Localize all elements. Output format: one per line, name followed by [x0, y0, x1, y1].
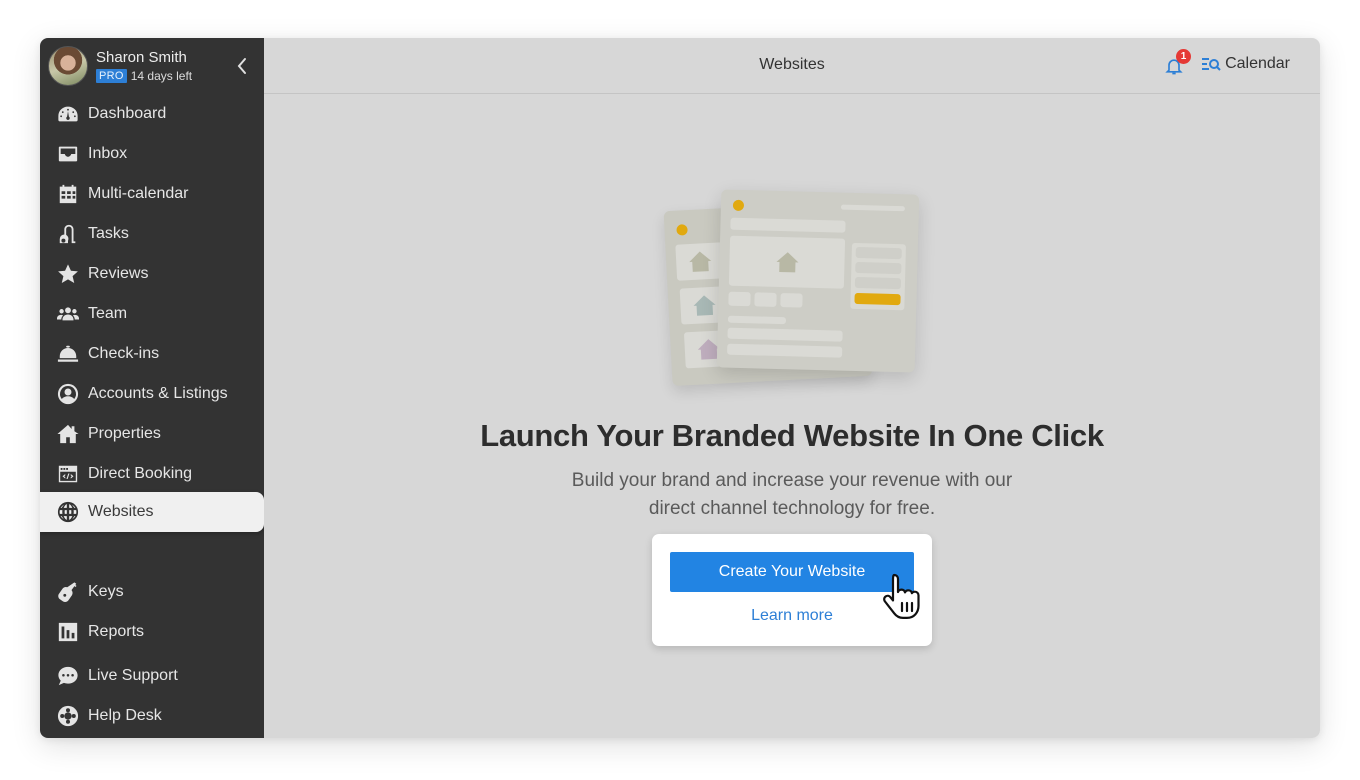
sidebar-item-websites[interactable]: Websites: [40, 492, 264, 532]
sidebar-item-label: Team: [88, 305, 128, 322]
user-name: Sharon Smith: [96, 49, 187, 66]
sidebar-item-label: Websites: [88, 503, 154, 520]
sidebar-item-check-ins[interactable]: Check-ins: [40, 334, 264, 374]
illustration-line: [727, 343, 843, 358]
user-circle-icon: [57, 383, 79, 405]
sidebar-item-live-support[interactable]: Live Support: [40, 656, 264, 696]
website-illustration: [663, 188, 924, 388]
illustration-line: [727, 315, 787, 325]
sidebar-item-label: Dashboard: [88, 105, 167, 122]
sidebar: Sharon Smith PRO 14 days left Dashboard …: [40, 38, 264, 738]
sidebar-item-label: Accounts & Listings: [88, 385, 228, 402]
collapse-sidebar-button[interactable]: [234, 56, 250, 76]
app-window: Sharon Smith PRO 14 days left Dashboard …: [40, 38, 1320, 738]
notification-badge: 1: [1176, 49, 1191, 64]
subheadline-line-2: direct channel technology for free.: [648, 498, 936, 519]
sidebar-item-label: Multi-calendar: [88, 185, 189, 202]
key-icon: [57, 581, 79, 603]
chevron-left-icon: [237, 58, 246, 74]
service-bell-icon: [57, 343, 79, 365]
illustration-line: [730, 217, 846, 233]
illustration-booking-panel: [850, 242, 906, 311]
sidebar-item-label: Keys: [88, 583, 124, 600]
chat-bubble-icon: [57, 665, 79, 687]
illustration-line: [727, 327, 843, 342]
sidebar-item-label: Inbox: [88, 145, 128, 162]
home-icon: [689, 251, 712, 272]
sidebar-item-multi-calendar[interactable]: Multi-calendar: [40, 174, 264, 214]
user-profile[interactable]: Sharon Smith PRO 14 days left: [48, 45, 258, 87]
illustration-thumb: [780, 293, 803, 308]
home-icon: [57, 423, 79, 445]
sidebar-item-dashboard[interactable]: Dashboard: [40, 94, 264, 134]
users-group-icon: [57, 303, 79, 325]
sidebar-item-label: Properties: [88, 425, 161, 442]
calendar-label: Calendar: [1225, 55, 1290, 72]
illustration-hero: [728, 235, 846, 289]
lifebuoy-icon: [57, 705, 79, 727]
sidebar-item-label: Tasks: [88, 225, 129, 242]
star-icon: [57, 263, 79, 285]
top-bar: Websites 1 Calendar: [264, 38, 1320, 94]
sidebar-item-label: Reviews: [88, 265, 149, 282]
illustration-tile: [675, 242, 726, 281]
avatar: [48, 46, 88, 86]
subheadline: Build your brand and increase your reven…: [264, 467, 1320, 523]
home-icon: [776, 252, 799, 273]
cta-card: Create Your Website Learn more: [652, 534, 932, 646]
bar-chart-icon: [57, 621, 79, 643]
sidebar-item-properties[interactable]: Properties: [40, 414, 264, 454]
sidebar-item-reviews[interactable]: Reviews: [40, 254, 264, 294]
sidebar-item-keys[interactable]: Keys: [40, 572, 264, 612]
trial-status: 14 days left: [130, 69, 193, 83]
sidebar-item-reports[interactable]: Reports: [40, 612, 264, 652]
illustration-thumb: [754, 292, 777, 307]
calendar-grid-icon: [57, 183, 79, 205]
sidebar-item-direct-booking[interactable]: Direct Booking: [40, 454, 264, 494]
illustration-dot: [676, 224, 688, 236]
home-icon: [693, 295, 716, 316]
subheadline-line-1: Build your brand and increase your reven…: [571, 470, 1013, 491]
page-title: Websites: [759, 56, 825, 73]
calendar-button[interactable]: Calendar: [1201, 55, 1290, 73]
sidebar-item-log-out[interactable]: Log Out: [40, 736, 264, 738]
sidebar-item-label: Help Desk: [88, 707, 162, 724]
sidebar-item-tasks[interactable]: Tasks: [40, 214, 264, 254]
headline: Launch Your Branded Website In One Click: [480, 418, 1104, 453]
notifications-button[interactable]: 1: [1164, 49, 1191, 77]
dashboard-gauge-icon: [57, 103, 79, 125]
illustration-thumb: [728, 291, 751, 307]
sidebar-item-label: Live Support: [88, 667, 178, 684]
create-website-button[interactable]: Create Your Website: [670, 552, 914, 592]
illustration-book-button: [854, 292, 901, 306]
plan-badge: PRO: [96, 69, 127, 83]
illustration-line: [840, 204, 905, 212]
illustration-dot: [732, 199, 745, 212]
sidebar-item-accounts-listings[interactable]: Accounts & Listings: [40, 374, 264, 414]
inbox-tray-icon: [57, 143, 79, 165]
vacuum-cleaner-icon: [57, 223, 79, 245]
sidebar-item-help-desk[interactable]: Help Desk: [40, 696, 264, 736]
sidebar-item-label: Check-ins: [88, 345, 160, 362]
illustration-field: [855, 261, 902, 275]
illustration-front-card: [716, 189, 920, 373]
main-content: Websites 1 Calendar Launch Your Branded …: [264, 38, 1320, 738]
sidebar-item-inbox[interactable]: Inbox: [40, 134, 264, 174]
code-window-icon: [57, 463, 79, 485]
sidebar-item-label: Reports: [88, 623, 145, 640]
calendar-search-icon: [1202, 58, 1221, 71]
learn-more-link[interactable]: Learn more: [652, 607, 932, 625]
globe-icon: [57, 501, 79, 523]
sidebar-item-team[interactable]: Team: [40, 294, 264, 334]
illustration-field: [855, 246, 902, 260]
sidebar-item-label: Direct Booking: [88, 465, 193, 482]
illustration-field: [854, 276, 902, 290]
